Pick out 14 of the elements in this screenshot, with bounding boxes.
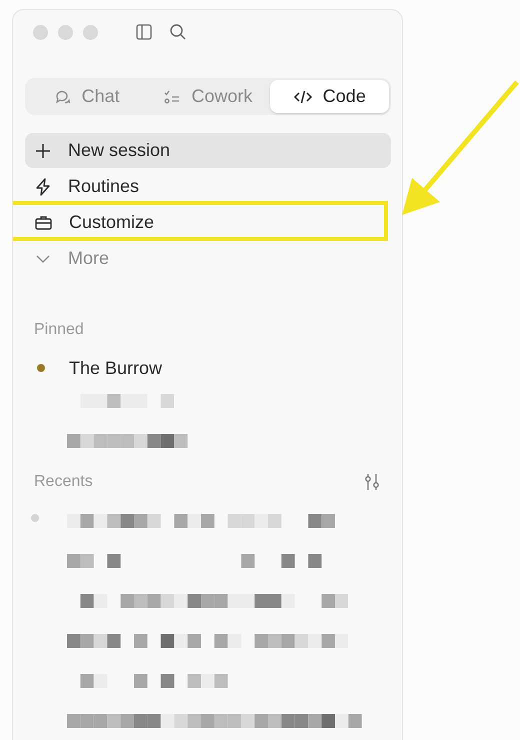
tab[interactable]: Code [270, 80, 389, 113]
search-icon[interactable] [169, 23, 187, 41]
section-label: Recents [34, 472, 93, 492]
nav-item[interactable]: Customize [25, 205, 391, 240]
nav-item[interactable]: New session [25, 133, 391, 168]
section-label: Pinned [34, 320, 84, 340]
pinned-item[interactable]: The Burrow [25, 356, 391, 380]
lightning-icon [35, 178, 51, 196]
filter-icon[interactable] [363, 473, 381, 491]
sidebar-toggle-icon[interactable] [135, 23, 153, 41]
briefcase-icon [35, 215, 52, 230]
plus-icon [35, 142, 51, 158]
nav-item[interactable]: Routines [25, 169, 391, 204]
chevron-down-icon [35, 254, 51, 264]
